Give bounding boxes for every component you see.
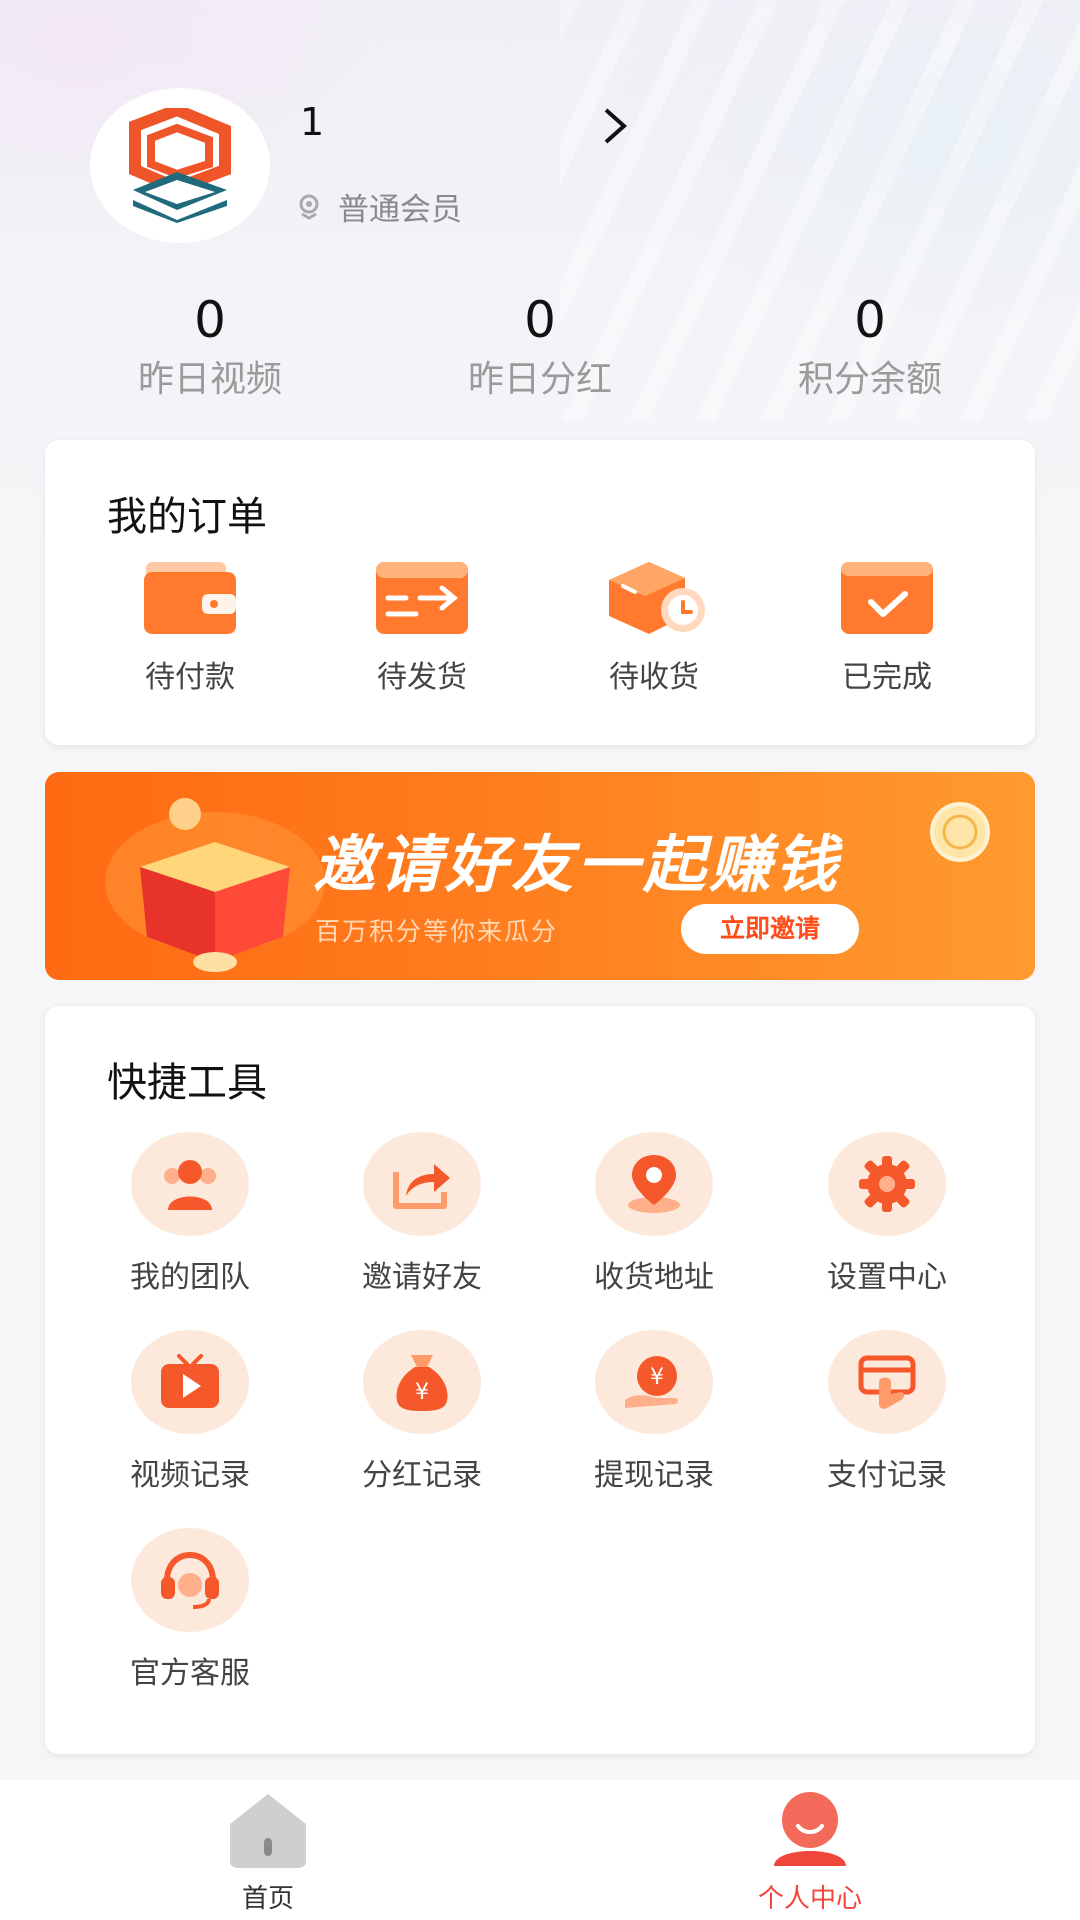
stat-value: 0 bbox=[194, 291, 226, 349]
tool-icon-bg bbox=[828, 1330, 946, 1434]
tab-profile[interactable]: 个人中心 bbox=[710, 1790, 910, 1915]
tab-label: 首页 bbox=[241, 1884, 294, 1914]
stat-yesterday-dividend[interactable]: 0 昨日分红 bbox=[420, 290, 660, 402]
wallet-icon bbox=[144, 562, 236, 634]
check-box-icon bbox=[841, 562, 933, 634]
share-icon bbox=[393, 1164, 450, 1209]
stats-row: 0 昨日视频 0 昨日分红 0 积分余额 bbox=[0, 290, 1080, 410]
stat-label: 昨日分红 bbox=[467, 359, 612, 400]
tool-label: 提现记录 bbox=[594, 1458, 714, 1493]
member-level-label: 普通会员 bbox=[338, 192, 462, 228]
tool-label: 收货地址 bbox=[594, 1260, 714, 1295]
payment-card-icon bbox=[858, 1355, 916, 1409]
orders-card: 我的订单 待付款 待发货 待收货 已完成 bbox=[45, 440, 1035, 745]
order-label: 待收货 bbox=[609, 660, 699, 695]
order-label: 已完成 bbox=[842, 660, 932, 695]
money-bag-icon: ¥ bbox=[396, 1355, 448, 1411]
order-pending-receipt[interactable]: 待收货 bbox=[554, 558, 754, 696]
banner-title: 邀请好友一起赚钱 bbox=[313, 828, 842, 901]
username[interactable]: 1 bbox=[300, 100, 324, 144]
brand-logo-icon bbox=[129, 108, 231, 223]
yen-coin-hand-icon: ¥ bbox=[625, 1356, 678, 1408]
invite-now-button[interactable]: 立即邀请 bbox=[681, 904, 859, 954]
order-completed[interactable]: 已完成 bbox=[787, 558, 987, 696]
tool-video-records[interactable]: 视频记录 bbox=[90, 1330, 290, 1494]
parcel-clock-icon bbox=[609, 562, 705, 634]
tool-icon-bg bbox=[363, 1132, 481, 1236]
order-label: 待付款 bbox=[145, 660, 235, 695]
member-level: 普通会员 bbox=[298, 184, 462, 229]
invite-banner[interactable]: 邀请好友一起赚钱 百万积分等你来瓜分 立即邀请 bbox=[45, 772, 1035, 980]
tool-label: 官方客服 bbox=[130, 1656, 250, 1691]
order-label: 待发货 bbox=[377, 660, 467, 695]
avatar[interactable] bbox=[90, 88, 270, 243]
tool-label: 分红记录 bbox=[362, 1458, 482, 1493]
location-pin-icon bbox=[628, 1155, 680, 1213]
tool-label: 邀请好友 bbox=[362, 1260, 482, 1295]
gear-icon bbox=[859, 1156, 915, 1212]
tool-withdraw-records[interactable]: ¥ 提现记录 bbox=[554, 1330, 754, 1494]
tool-label: 视频记录 bbox=[130, 1458, 250, 1493]
tool-my-team[interactable]: 我的团队 bbox=[90, 1132, 290, 1296]
tool-label: 设置中心 bbox=[827, 1260, 947, 1295]
tv-play-icon bbox=[161, 1354, 219, 1408]
tool-settings-center[interactable]: 设置中心 bbox=[787, 1132, 987, 1296]
headset-icon bbox=[161, 1551, 219, 1609]
stat-label: 昨日视频 bbox=[137, 359, 282, 400]
home-icon bbox=[230, 1794, 306, 1868]
stat-points-balance[interactable]: 0 积分余额 bbox=[750, 290, 990, 402]
svg-text:¥: ¥ bbox=[415, 1380, 429, 1405]
order-pending-shipment[interactable]: 待发货 bbox=[322, 558, 522, 696]
tool-icon-bg bbox=[131, 1132, 249, 1236]
tool-invite-friends[interactable]: 邀请好友 bbox=[322, 1132, 522, 1296]
stat-label: 积分余额 bbox=[797, 359, 942, 400]
gift-box-icon bbox=[105, 798, 325, 972]
chevron-right-icon[interactable] bbox=[600, 104, 630, 148]
team-icon bbox=[164, 1160, 216, 1210]
tools-title: 快捷工具 bbox=[107, 1060, 267, 1106]
stat-yesterday-video[interactable]: 0 昨日视频 bbox=[90, 290, 330, 402]
tab-label: 个人中心 bbox=[757, 1884, 862, 1914]
svg-text:¥: ¥ bbox=[650, 1365, 664, 1390]
shipping-transfer-icon bbox=[376, 562, 468, 634]
coin-icon bbox=[930, 802, 990, 862]
bottom-tab-bar: 首页 个人中心 bbox=[0, 1780, 1080, 1920]
tool-payment-records[interactable]: 支付记录 bbox=[787, 1330, 987, 1494]
medal-icon bbox=[299, 194, 319, 220]
stat-value: 0 bbox=[524, 291, 556, 349]
banner-subtitle: 百万积分等你来瓜分 bbox=[315, 917, 559, 946]
user-smile-icon bbox=[774, 1792, 846, 1866]
tool-official-support[interactable]: 官方客服 bbox=[90, 1528, 290, 1692]
tool-label: 支付记录 bbox=[827, 1458, 947, 1493]
tool-icon-bg bbox=[828, 1132, 946, 1236]
tab-home[interactable]: 首页 bbox=[168, 1790, 368, 1915]
tool-icon-bg: ¥ bbox=[595, 1330, 713, 1434]
tool-label: 我的团队 bbox=[130, 1260, 250, 1295]
tool-icon-bg bbox=[131, 1330, 249, 1434]
order-pending-payment[interactable]: 待付款 bbox=[90, 558, 290, 696]
tool-icon-bg: ¥ bbox=[363, 1330, 481, 1434]
tools-card: 快捷工具 我的团队 邀请好友 收货地址 设置中心 视频记录 ¥ 分红记录 ¥ 提… bbox=[45, 1006, 1035, 1754]
tool-icon-bg bbox=[131, 1528, 249, 1632]
stat-value: 0 bbox=[854, 291, 886, 349]
tool-icon-bg bbox=[595, 1132, 713, 1236]
orders-title: 我的订单 bbox=[107, 494, 267, 540]
tool-shipping-address[interactable]: 收货地址 bbox=[554, 1132, 754, 1296]
tool-dividend-records[interactable]: ¥ 分红记录 bbox=[322, 1330, 522, 1494]
